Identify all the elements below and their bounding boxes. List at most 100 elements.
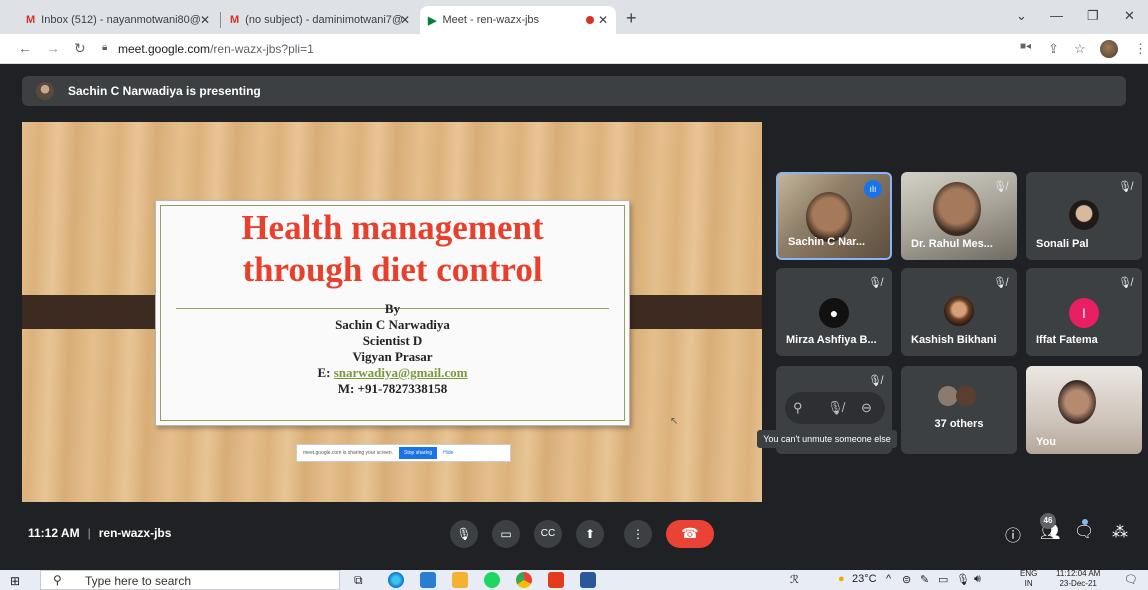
participant-tile[interactable]: I 🎙︎̸ Iffat Fatema (1026, 268, 1142, 356)
microphone-button[interactable]: 🎙︎ (450, 520, 478, 548)
weather-icon[interactable]: ● (838, 573, 845, 585)
slide-decor-bar-right (614, 295, 762, 329)
people-tray-icon[interactable]: ℛ (790, 573, 799, 586)
participant-tile[interactable]: ● 🎙︎̸ Mirza Ashfiya B... (776, 268, 892, 356)
avatar (938, 386, 958, 406)
edge-icon[interactable] (388, 572, 404, 588)
participant-tile[interactable]: 🎙︎̸ Sonali Pal (1026, 172, 1142, 260)
word-icon[interactable] (580, 572, 596, 588)
hide-button[interactable]: Hide (443, 450, 453, 456)
url-field[interactable]: meet.google.com/ren-wazx-jbs?pli=1 (118, 42, 314, 56)
chat-icon[interactable]: 🗨︎ (1074, 522, 1094, 542)
share-icon[interactable]: ⇪ (1048, 41, 1059, 57)
pen-icon[interactable]: ✎ (920, 573, 929, 586)
camera-in-use-icon[interactable]: ■◂ (1020, 41, 1031, 52)
battery-icon[interactable]: ▭ (938, 573, 948, 586)
task-view-icon[interactable]: ⧉ (354, 573, 363, 588)
remove-participant-icon[interactable]: ⊖ (861, 400, 872, 416)
chrome-icon[interactable] (516, 572, 532, 588)
camera-button[interactable]: ▭ (492, 520, 520, 548)
participant-name: Sachin C Nar... (788, 236, 866, 248)
spotify-icon[interactable] (484, 572, 500, 588)
participant-name: Kashish Bikhani (911, 334, 997, 346)
others-count-label: 37 others (934, 418, 984, 430)
others-tile[interactable]: 37 others (901, 366, 1017, 454)
mute-participant-icon[interactable]: 🎙︎̸ (827, 400, 844, 416)
slide-position: Scientist D (362, 333, 423, 348)
self-tile[interactable]: You (1026, 366, 1142, 454)
participant-name: Iffat Fatema (1036, 334, 1098, 346)
mic-muted-icon: 🎙︎̸ (1118, 181, 1132, 193)
taskbar-clock[interactable]: 11:12:04 AM 23-Dec-21 (1056, 569, 1100, 589)
profile-avatar[interactable] (1100, 40, 1118, 58)
end-call-button[interactable]: ☎ (666, 520, 714, 548)
meeting-details-icon[interactable]: ⓘ (1005, 522, 1021, 546)
more-menu-icon[interactable]: ⋮ (1134, 41, 1147, 57)
captions-button[interactable]: CC (534, 520, 562, 548)
windows-taskbar: ⊞ ⚲ Type here to search ⧉ ℛ ● 23°C ^ ⊜ ✎… (0, 569, 1148, 590)
search-placeholder: Type here to search (85, 574, 192, 588)
volume-icon[interactable]: 🔊︎ (974, 573, 981, 586)
tooltip: You can't unmute someone else (757, 430, 897, 448)
more-options-button[interactable]: ⋮ (624, 520, 652, 548)
present-button[interactable]: ⬆ (576, 520, 604, 548)
close-tab-icon[interactable]: ✕ (200, 13, 210, 27)
notifications-icon[interactable]: 🗨︎ (1124, 573, 1138, 586)
participant-tile[interactable]: 🎙︎̸ Dr. Rahul Mes... (901, 172, 1017, 260)
bookmark-star-icon[interactable]: ☆ (1074, 41, 1086, 57)
slide-title-line2: through diet control (242, 250, 543, 289)
pin-icon[interactable]: ⚲ (793, 400, 803, 416)
taskbar-search[interactable]: ⚲ Type here to search (40, 570, 340, 590)
close-tab-icon[interactable]: ✕ (598, 13, 608, 27)
person-avatar-icon: ● (819, 298, 849, 328)
calculator-icon[interactable] (420, 572, 436, 588)
close-window-button[interactable]: ✕ (1124, 8, 1135, 24)
meeting-info: 11:12 AM | ren-wazx-jbs (28, 526, 171, 540)
share-notice-text: meet.google.com is sharing your screen. (303, 450, 394, 456)
back-icon[interactable]: ← (18, 40, 32, 56)
slide-email-link: snarwadiya@gmail.com (333, 365, 468, 380)
participant-tile[interactable]: 🎙︎̸ Kashish Bikhani (901, 268, 1017, 356)
forward-icon[interactable]: → (46, 40, 60, 56)
tab-gmail-inbox[interactable]: M Inbox (512) - nayanmotwani80@ ✕ (18, 6, 218, 34)
restore-button[interactable]: ❐ (1087, 8, 1099, 24)
network-icon[interactable]: ⊜ (902, 573, 911, 586)
slide-mobile: M: +91-7827338158 (337, 381, 448, 396)
reload-icon[interactable]: ↻ (74, 40, 86, 57)
mic-tray-icon[interactable]: 🎙︎ (956, 573, 970, 586)
clock-time: 11:12:04 AM (1056, 569, 1101, 578)
participant-name: Sonali Pal (1036, 238, 1089, 250)
lang-code: ENG (1020, 569, 1038, 578)
close-tab-icon[interactable]: ✕ (400, 13, 410, 27)
separator: | (87, 526, 91, 540)
new-tab-button[interactable]: + (626, 8, 637, 29)
participant-tile[interactable]: ılı Sachin C Nar... (776, 172, 892, 260)
windows-start-icon[interactable]: ⊞ (10, 574, 20, 588)
presentation-view: Health management through diet control B… (22, 122, 762, 502)
weather-temp[interactable]: 23°C (852, 573, 877, 585)
minimize-button[interactable]: — (1050, 8, 1063, 23)
office-icon[interactable] (548, 572, 564, 588)
mic-muted-icon: 🎙︎̸ (1118, 277, 1132, 289)
slide-title-line1: Health management (241, 208, 544, 247)
slide-by: By (384, 301, 401, 316)
activities-icon[interactable]: ⁂ (1112, 522, 1128, 542)
participant-avatar (944, 296, 974, 326)
show-hidden-icons[interactable]: ^ (886, 573, 891, 585)
tab-search-icon[interactable]: ⌄ (1016, 8, 1027, 24)
stop-sharing-button[interactable]: Stop sharing (399, 447, 438, 459)
meeting-time: 11:12 AM (28, 526, 80, 540)
mouse-cursor-icon: ↖ (670, 416, 679, 427)
participant-initial-avatar: I (1069, 298, 1099, 328)
lock-icon[interactable]: 🔒︎ (102, 42, 107, 53)
clock-date: 23-Dec-21 (1059, 579, 1097, 588)
language-indicator[interactable]: ENG IN (1020, 569, 1037, 589)
recording-dot-icon (586, 16, 594, 24)
tab-label: Meet - ren-wazx-jbs (442, 14, 540, 26)
tab-gmail-no-subject[interactable]: M (no subject) - daminimotwani7@ ✕ (222, 6, 418, 34)
file-explorer-icon[interactable] (452, 572, 468, 588)
slide-card: Health management through diet control B… (155, 200, 630, 426)
slide-title: Health management through diet control (156, 207, 629, 291)
people-count-badge: 46 (1040, 513, 1056, 529)
presenting-text: Sachin C Narwadiya is presenting (68, 84, 261, 98)
